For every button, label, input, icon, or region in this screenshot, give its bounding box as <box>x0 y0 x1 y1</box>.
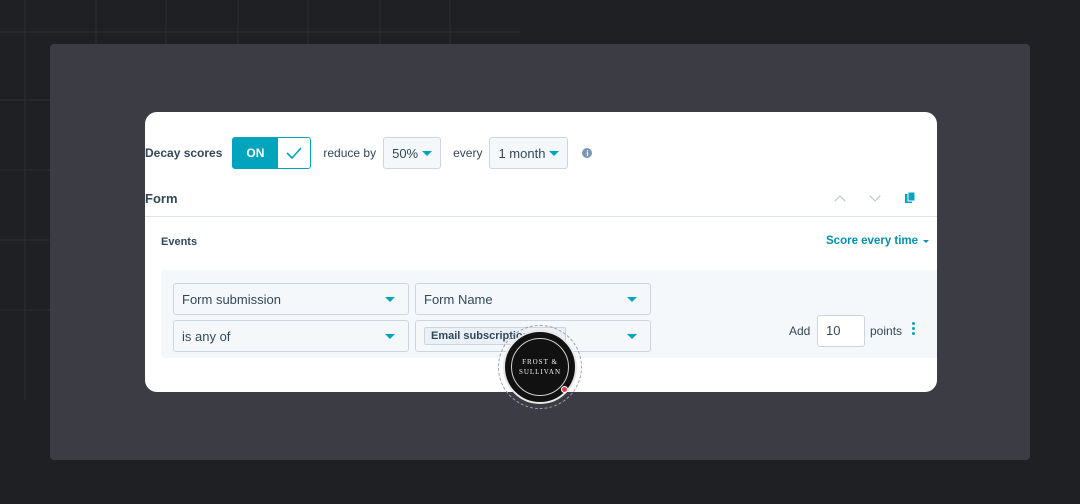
score-mode-label[interactable]: Score every time <box>826 235 918 247</box>
every-value: 1 month <box>498 145 546 161</box>
reduce-by-label: reduce by <box>323 146 377 160</box>
checkmark-icon[interactable] <box>278 137 312 169</box>
operator-value: is any of <box>182 328 231 344</box>
reduce-by-select[interactable]: 50% <box>383 137 442 169</box>
points-input[interactable]: 10 <box>817 315 865 347</box>
form-section-header: Form <box>145 182 937 217</box>
copy-icon[interactable] <box>905 192 915 204</box>
badge-seal: FROST & SULLIVAN <box>503 330 577 404</box>
frost-sullivan-badge: FROST & SULLIVAN <box>498 325 582 409</box>
property-value: Form Name <box>424 291 493 307</box>
decay-scores-label: Decay scores <box>145 146 223 160</box>
toggle-on-label[interactable]: ON <box>232 137 279 169</box>
event-type-select[interactable]: Form submission <box>173 283 409 315</box>
caret-down-icon <box>385 297 395 302</box>
badge-dot-icon <box>561 386 568 393</box>
property-select[interactable]: Form Name <box>415 283 651 315</box>
caret-down-icon <box>627 334 637 339</box>
events-label: Events <box>161 236 198 248</box>
chevron-down-icon[interactable] <box>869 190 881 202</box>
more-options-icon[interactable] <box>912 322 915 337</box>
info-icon[interactable]: i <box>582 148 593 158</box>
app-frame: Decay scores ON reduce by 50% every 1 mo… <box>0 0 1080 504</box>
decay-toggle[interactable]: ON <box>232 137 312 169</box>
every-label: every <box>453 146 483 160</box>
add-label: Add <box>789 324 811 338</box>
decay-scores-row: Decay scores ON reduce by 50% every 1 mo… <box>145 136 593 170</box>
operator-select[interactable]: is any of <box>173 320 409 352</box>
reduce-by-value: 50% <box>392 145 419 161</box>
caret-down-icon <box>923 239 930 243</box>
caret-down-icon <box>549 150 560 156</box>
caret-down-icon <box>385 334 395 339</box>
chevron-up-icon[interactable] <box>834 195 846 207</box>
event-type-value: Form submission <box>182 291 281 307</box>
form-section-title: Form <box>145 191 178 206</box>
every-select[interactable]: 1 month <box>489 137 569 169</box>
points-label: points <box>870 324 903 338</box>
score-mode-dropdown[interactable]: Score every time <box>826 235 930 247</box>
caret-down-icon <box>627 297 637 302</box>
caret-down-icon <box>422 150 433 156</box>
